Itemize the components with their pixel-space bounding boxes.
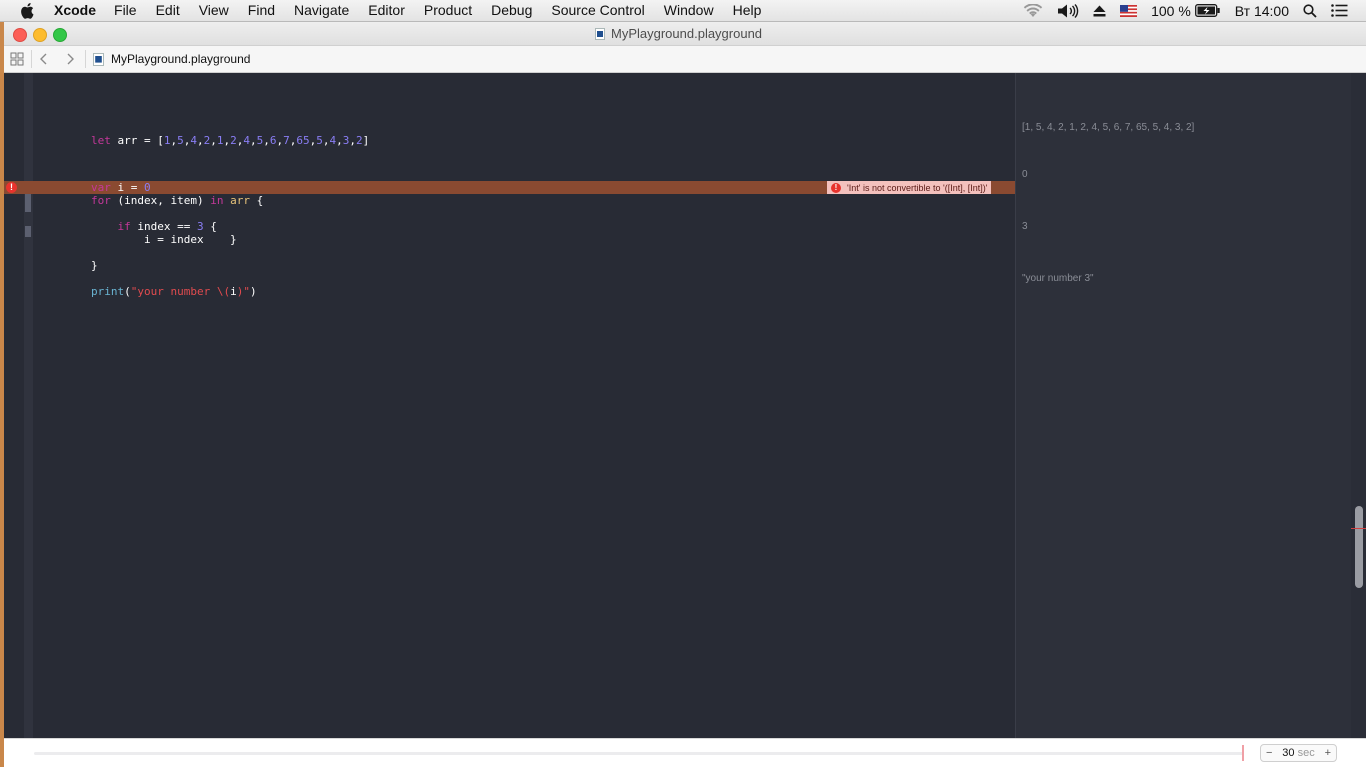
- us-flag-icon[interactable]: [1120, 4, 1138, 17]
- duration-value: 30: [1282, 747, 1295, 759]
- decrement-button[interactable]: −: [1266, 747, 1272, 759]
- code-line-print: print("your number \(i)"): [90, 285, 257, 298]
- wifi-icon[interactable]: [1023, 3, 1043, 18]
- line-gutter: [4, 73, 24, 738]
- notification-center-icon[interactable]: [1331, 4, 1348, 17]
- menu-view[interactable]: View: [199, 0, 229, 21]
- forward-chevron-icon[interactable]: [64, 52, 76, 66]
- xcode-window: MyPlayground.playground MyPlayground.pla…: [4, 22, 1366, 767]
- jump-bar-file-name: MyPlayground.playground: [111, 52, 251, 66]
- result-var-i[interactable]: 0: [1022, 168, 1028, 181]
- menu-bar: Xcode File Edit View Find Navigate Edito…: [0, 0, 1366, 22]
- window-title-text: MyPlayground.playground: [611, 26, 763, 41]
- menu-edit[interactable]: Edit: [156, 0, 180, 21]
- code-line-arr: let arr = [1,5,4,2,1,2,4,5,6,7,65,5,4,3,…: [90, 134, 370, 147]
- close-window-button[interactable]: [13, 28, 27, 42]
- menu-product[interactable]: Product: [424, 0, 472, 21]
- menu-editor[interactable]: Editor: [368, 0, 405, 21]
- menu-file[interactable]: File: [114, 0, 137, 21]
- spotlight-search-icon[interactable]: [1303, 3, 1317, 18]
- error-gutter-icon[interactable]: !: [6, 182, 17, 193]
- result-assign[interactable]: 3: [1022, 220, 1028, 233]
- error-message-text: 'Int' is not convertible to '([Int], [In…: [847, 182, 988, 193]
- menu-navigate[interactable]: Navigate: [294, 0, 349, 21]
- battery-charging-icon: [1194, 4, 1220, 17]
- clock[interactable]: Вт 14:00: [1235, 3, 1289, 19]
- related-items-grid-icon[interactable]: [10, 52, 24, 66]
- code-line-if: if index == 3 {: [90, 220, 217, 233]
- duration-unit: sec: [1297, 747, 1315, 759]
- jump-bar-file[interactable]: MyPlayground.playground: [93, 46, 250, 72]
- error-message-bubble[interactable]: ! 'Int' is not convertible to '([Int], […: [827, 181, 992, 194]
- code-line-for-loop: for (index, item) in arr {: [90, 194, 264, 207]
- timeline-marker[interactable]: [1242, 745, 1244, 761]
- window-title: MyPlayground.playground: [595, 22, 762, 45]
- code-line-assign: i = index }: [90, 233, 237, 246]
- menu-app-name[interactable]: Xcode: [54, 0, 96, 21]
- results-sidebar[interactable]: [1, 5, 4, 2, 1, 2, 4, 5, 6, 7, 65, 5, 4,…: [1015, 73, 1352, 738]
- back-chevron-icon[interactable]: [38, 52, 50, 66]
- battery-percent: 100 %: [1151, 2, 1191, 19]
- result-print[interactable]: "your number 3": [1022, 272, 1094, 285]
- code-folding-ribbon[interactable]: [24, 73, 33, 738]
- jump-bar: MyPlayground.playground: [4, 46, 1366, 73]
- jump-bar-divider: [31, 50, 32, 68]
- fold-marker[interactable]: [25, 226, 31, 237]
- minimize-window-button[interactable]: [33, 28, 47, 42]
- scrollbar-thumb[interactable]: [1355, 506, 1363, 588]
- volume-icon[interactable]: [1057, 3, 1079, 18]
- vertical-scrollbar[interactable]: [1351, 73, 1366, 738]
- playground-file-icon: [93, 52, 104, 66]
- increment-button[interactable]: +: [1325, 747, 1331, 759]
- code-editor[interactable]: ! let arr = [1,5,4,2,1,2,4,5,6,7,65,5,4,…: [4, 73, 1015, 738]
- code-line-var-i: var i = 0: [90, 181, 151, 194]
- eject-icon[interactable]: [1093, 5, 1106, 17]
- jump-bar-divider: [85, 50, 86, 68]
- timeline-duration-stepper[interactable]: − 30 sec +: [1260, 744, 1337, 762]
- menu-find[interactable]: Find: [248, 0, 275, 21]
- zoom-window-button[interactable]: [53, 28, 67, 42]
- title-bar[interactable]: MyPlayground.playground: [4, 22, 1366, 46]
- menu-window[interactable]: Window: [664, 0, 714, 21]
- menu-source-control[interactable]: Source Control: [551, 0, 644, 21]
- code-line-close-brace: }: [90, 259, 98, 272]
- timeline-bar: − 30 sec +: [4, 738, 1366, 767]
- apple-logo-icon[interactable]: [20, 2, 36, 19]
- error-icon: !: [831, 182, 841, 193]
- menu-help[interactable]: Help: [733, 0, 762, 21]
- playground-file-icon: [595, 27, 605, 40]
- scrollbar-error-mark: [1351, 528, 1366, 529]
- timeline-slider[interactable]: [34, 752, 1244, 755]
- battery-status[interactable]: 100 %: [1151, 3, 1221, 19]
- menu-debug[interactable]: Debug: [491, 0, 532, 21]
- result-arr[interactable]: [1, 5, 4, 2, 1, 2, 4, 5, 6, 7, 65, 5, 4,…: [1022, 121, 1194, 134]
